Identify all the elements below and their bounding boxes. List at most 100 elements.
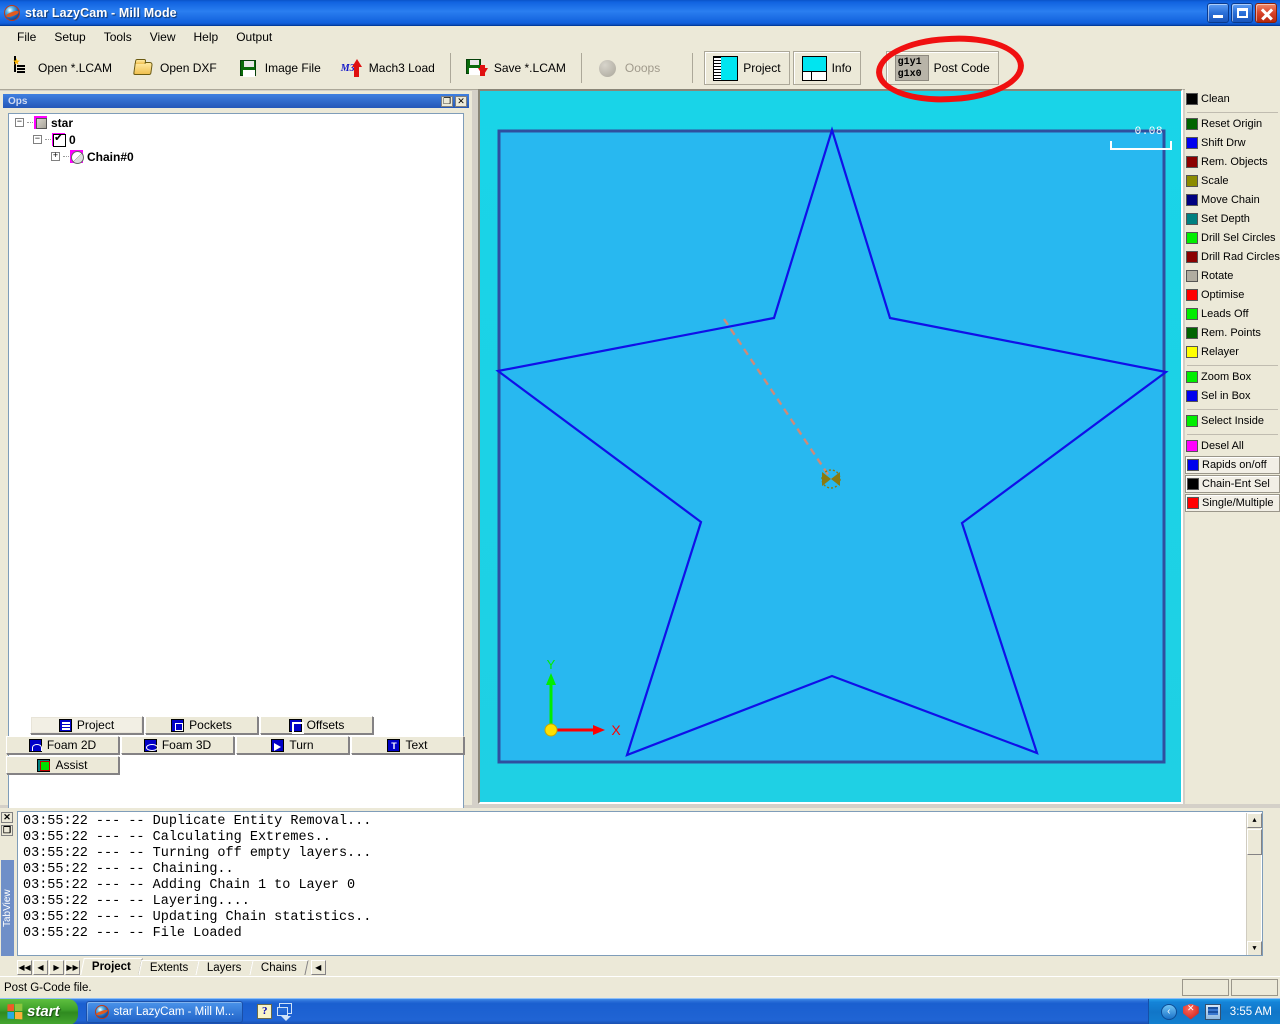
ops-tab-turn[interactable]: Turn [236,736,349,754]
rail-move-chain[interactable]: Move Chain [1185,190,1280,209]
mach3-load-button[interactable]: M3 Mach3 Load [331,51,445,85]
ops-close-button[interactable]: ✕ [455,95,467,107]
rail-single-multiple[interactable]: Single/Multiple [1185,494,1280,512]
status-text: Post G-Code file. [4,981,92,994]
floppy-disk-icon [237,57,259,79]
ops-restore-button[interactable]: ❐ [441,95,453,107]
gcode-line-2: g1x0 [897,69,922,80]
restore-caret-group[interactable] [277,1002,293,1021]
drill-rad-circles-color-swatch [1186,250,1198,263]
minimize-button[interactable] [1207,2,1229,23]
gcode-thumbnail-icon: g1y1 g1x0 [894,55,929,81]
mode-info-button[interactable]: Info [792,51,861,85]
rail-leads-off[interactable]: Leads Off [1185,304,1280,323]
tree-node-chain-0[interactable]: + Chain#0 [9,148,463,165]
ops-tab-project[interactable]: Project [30,716,143,734]
rail-clean[interactable]: Clean [1185,89,1280,108]
checked-box-icon[interactable] [52,132,66,147]
open-dxf-button[interactable]: Open DXF [122,51,227,85]
tree-node-layer-0[interactable]: − 0 [9,131,463,148]
network-icon[interactable] [1204,1003,1221,1020]
nav-last-button[interactable]: ▶▶ [65,960,80,975]
mode-post-code-button[interactable]: g1y1 g1x0 Post Code [885,51,999,85]
tree-expander-star[interactable]: − [15,118,24,127]
close-button[interactable] [1255,2,1277,23]
scroll-down-button[interactable]: ▼ [1247,941,1262,955]
rail-relayer[interactable]: Relayer [1185,342,1280,361]
tree-node-star[interactable]: − star [9,114,463,131]
log-output[interactable]: 03:55:22 --- -- Duplicate Entity Removal… [17,811,1263,956]
cad-canvas[interactable]: Y X 0.08 [478,89,1183,804]
restore-icon[interactable] [277,1002,293,1016]
nav-next-button[interactable]: ▶ [49,960,64,975]
ops-tab-foam-2d[interactable]: Foam 2D [6,736,119,754]
menu-file[interactable]: File [8,28,45,46]
nav-prev-button[interactable]: ◀ [33,960,48,975]
log-tab-extents[interactable]: Extents [138,960,200,975]
chain-circle-icon[interactable] [70,150,84,164]
log-scrollbar[interactable]: ▲ ▼ [1246,813,1262,955]
tree-expander-layer[interactable]: − [33,135,42,144]
rail-chain-ent-sel[interactable]: Chain-Ent Sel [1185,475,1280,493]
ops-tab-assist[interactable]: Assist [6,756,119,774]
rail-optimise-label: Optimise [1201,288,1245,301]
rail-zoom-box[interactable]: Zoom Box [1185,367,1280,386]
rail-shift-drw[interactable]: Shift Drw [1185,133,1280,152]
log-tab-project[interactable]: Project [80,958,143,975]
rail-desel-all-label: Desel All [1201,439,1244,452]
tabview-vertical-tab[interactable]: TabView [1,860,14,956]
rail-rapids-on-off[interactable]: Rapids on/off [1185,456,1280,474]
rail-drill-sel-circles[interactable]: Drill Sel Circles [1185,228,1280,247]
log-tab-chains[interactable]: Chains [249,960,309,975]
start-button[interactable]: start [0,998,78,1024]
help-icon[interactable]: ? [257,1004,273,1019]
log-tab-layers[interactable]: Layers [195,960,254,975]
rail-rem-points[interactable]: Rem. Points [1185,323,1280,342]
security-alert-shield-icon[interactable] [1182,1003,1199,1020]
log-restore-button[interactable]: ❐ [1,825,13,836]
rail-rotate[interactable]: Rotate [1185,266,1280,285]
scroll-up-button[interactable]: ▲ [1247,813,1262,828]
nav-first-button[interactable]: ◀◀ [17,960,32,975]
taskbar-item-lazycam[interactable]: star LazyCam - Mill M... [85,1000,244,1023]
ops-tab-text[interactable]: T Text [351,736,464,754]
rail-select-inside[interactable]: Select Inside [1185,411,1280,430]
scroll-thumb[interactable] [1247,829,1262,855]
scale-label: 0.08 [1134,126,1163,138]
ops-tab-strip: Project Pockets Offsets Foam 2D Foam 3D … [6,715,468,775]
menu-help[interactable]: Help [185,28,228,46]
ops-tab-foam-3d[interactable]: Foam 3D [121,736,234,754]
ooops-label: Ooops [624,61,661,75]
rail-rem-objects[interactable]: Rem. Objects [1185,152,1280,171]
rail-optimise[interactable]: Optimise [1185,285,1280,304]
rail-scale[interactable]: Scale [1185,171,1280,190]
log-tab-overflow-button[interactable]: ◀ [310,960,326,975]
ops-tab-pockets[interactable]: Pockets [145,716,258,734]
status-cell-2 [1231,979,1278,996]
rail-sel-in-box[interactable]: Sel in Box [1185,386,1280,405]
tree-expander-chain[interactable]: + [51,152,60,161]
log-close-button[interactable]: ✕ [1,812,13,823]
menu-output[interactable]: Output [227,28,281,46]
clock[interactable]: 3:55 AM [1230,1006,1272,1018]
show-hidden-chevron-icon[interactable]: ‹ [1160,1003,1177,1020]
open-lcam-button[interactable]: Open *.LCAM [0,51,122,85]
rail-chain-ent-sel-label: Chain-Ent Sel [1202,478,1270,490]
toolbar-separator-1 [449,53,451,83]
rail-desel-all[interactable]: Desel All [1185,436,1280,455]
rail-reset-origin[interactable]: Reset Origin [1185,114,1280,133]
caret-down-icon[interactable] [280,1015,291,1021]
menu-view[interactable]: View [141,28,185,46]
menu-tools[interactable]: Tools [95,28,141,46]
mode-project-button[interactable]: Project [704,51,790,85]
menu-setup[interactable]: Setup [45,28,94,46]
menu-bar: File Setup Tools View Help Output [0,26,1280,47]
ooops-button[interactable]: Ooops [587,51,670,85]
grey-square-icon[interactable] [34,116,47,129]
ops-tab-offsets[interactable]: Offsets [260,716,373,734]
maximize-button[interactable] [1231,2,1253,23]
rail-drill-rad-circles[interactable]: Drill Rad Circles [1185,247,1280,266]
rail-set-depth[interactable]: Set Depth [1185,209,1280,228]
image-file-button[interactable]: Image File [227,51,331,85]
save-lcam-button[interactable]: Save *.LCAM [456,51,576,85]
